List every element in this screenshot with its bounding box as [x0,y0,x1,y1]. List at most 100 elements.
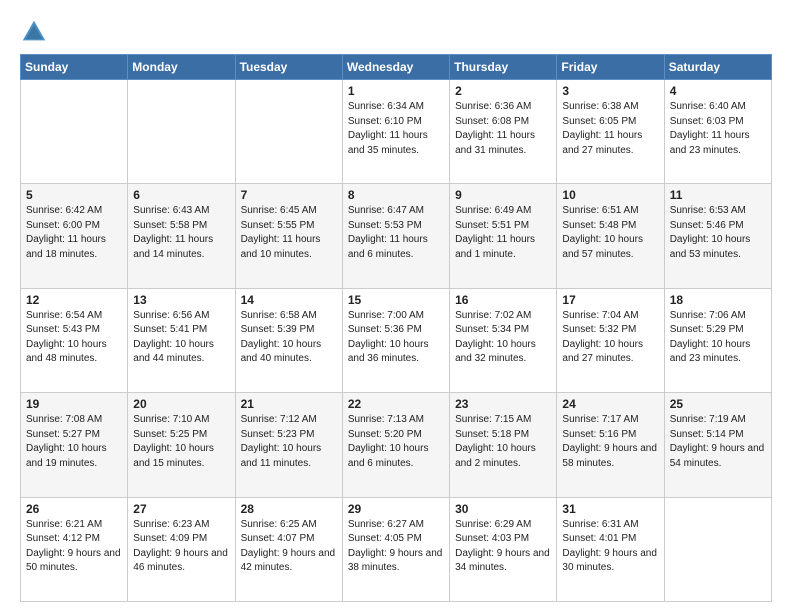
day-number: 21 [241,397,337,411]
day-number: 24 [562,397,658,411]
day-number: 30 [455,502,551,516]
calendar-cell-w1d6: 11 Sunrise: 6:53 AM Sunset: 5:46 PM Dayli… [664,184,771,288]
day-number: 31 [562,502,658,516]
day-number: 1 [348,84,444,98]
calendar-cell-w2d5: 17 Sunrise: 7:04 AM Sunset: 5:32 PM Dayli… [557,288,664,392]
calendar-cell-w1d3: 8 Sunrise: 6:47 AM Sunset: 5:53 PM Daylig… [342,184,449,288]
day-number: 17 [562,293,658,307]
calendar-cell-w0d0 [21,80,128,184]
day-number: 28 [241,502,337,516]
day-number: 2 [455,84,551,98]
calendar-week-4: 26Sunrise: 6:21 AM Sunset: 4:12 PM Dayli… [21,497,772,601]
day-number: 29 [348,502,444,516]
day-info: Sunrise: 7:15 AM Sunset: 5:18 PM Dayligh… [455,413,551,471]
day-number: 14 [241,293,337,307]
day-info: Sunrise: 6:40 AM Sunset: 6:03 PM Dayligh… [670,100,766,158]
calendar-cell-w3d6: 25Sunrise: 7:19 AM Sunset: 5:14 PM Dayli… [664,393,771,497]
calendar-week-0: 1 Sunrise: 6:34 AM Sunset: 6:10 PM Daylig… [21,80,772,184]
day-number: 18 [670,293,766,307]
weekday-header-friday: Friday [557,55,664,80]
day-info: Sunrise: 6:51 AM Sunset: 5:48 PM Dayligh… [562,204,658,262]
calendar-cell-w4d0: 26Sunrise: 6:21 AM Sunset: 4:12 PM Dayli… [21,497,128,601]
calendar-cell-w1d2: 7 Sunrise: 6:45 AM Sunset: 5:55 PM Daylig… [235,184,342,288]
day-number: 6 [133,188,229,202]
day-info: Sunrise: 7:10 AM Sunset: 5:25 PM Dayligh… [133,413,229,471]
day-info: Sunrise: 6:25 AM Sunset: 4:07 PM Dayligh… [241,518,337,576]
calendar-cell-w4d2: 28 Sunrise: 6:25 AM Sunset: 4:07 PM Dayli… [235,497,342,601]
day-info: Sunrise: 6:47 AM Sunset: 5:53 PM Dayligh… [348,204,444,262]
weekday-header-sunday: Sunday [21,55,128,80]
day-number: 16 [455,293,551,307]
weekday-header-thursday: Thursday [450,55,557,80]
day-info: Sunrise: 6:43 AM Sunset: 5:58 PM Dayligh… [133,204,229,262]
calendar-cell-w3d2: 21 Sunrise: 7:12 AM Sunset: 5:23 PM Dayli… [235,393,342,497]
day-info: Sunrise: 6:27 AM Sunset: 4:05 PM Dayligh… [348,518,444,576]
calendar-cell-w3d1: 20 Sunrise: 7:10 AM Sunset: 5:25 PM Dayli… [128,393,235,497]
calendar-cell-w3d0: 19 Sunrise: 7:08 AM Sunset: 5:27 PM Dayli… [21,393,128,497]
day-number: 22 [348,397,444,411]
calendar-cell-w2d6: 18 Sunrise: 7:06 AM Sunset: 5:29 PM Dayli… [664,288,771,392]
day-number: 3 [562,84,658,98]
page: SundayMondayTuesdayWednesdayThursdayFrid… [0,0,792,612]
day-info: Sunrise: 6:54 AM Sunset: 5:43 PM Dayligh… [26,309,122,367]
day-info: Sunrise: 7:08 AM Sunset: 5:27 PM Dayligh… [26,413,122,471]
calendar: SundayMondayTuesdayWednesdayThursdayFrid… [20,54,772,602]
day-number: 4 [670,84,766,98]
calendar-cell-w1d4: 9Sunrise: 6:49 AM Sunset: 5:51 PM Daylig… [450,184,557,288]
day-info: Sunrise: 6:56 AM Sunset: 5:41 PM Dayligh… [133,309,229,367]
day-info: Sunrise: 6:31 AM Sunset: 4:01 PM Dayligh… [562,518,658,576]
calendar-cell-w0d1 [128,80,235,184]
day-number: 7 [241,188,337,202]
day-info: Sunrise: 7:04 AM Sunset: 5:32 PM Dayligh… [562,309,658,367]
day-info: Sunrise: 7:02 AM Sunset: 5:34 PM Dayligh… [455,309,551,367]
day-number: 27 [133,502,229,516]
calendar-cell-w4d1: 27Sunrise: 6:23 AM Sunset: 4:09 PM Dayli… [128,497,235,601]
day-number: 9 [455,188,551,202]
day-info: Sunrise: 6:53 AM Sunset: 5:46 PM Dayligh… [670,204,766,262]
day-number: 15 [348,293,444,307]
day-info: Sunrise: 7:19 AM Sunset: 5:14 PM Dayligh… [670,413,766,471]
calendar-week-2: 12 Sunrise: 6:54 AM Sunset: 5:43 PM Dayli… [21,288,772,392]
calendar-cell-w0d6: 4 Sunrise: 6:40 AM Sunset: 6:03 PM Daylig… [664,80,771,184]
day-info: Sunrise: 6:29 AM Sunset: 4:03 PM Dayligh… [455,518,551,576]
day-info: Sunrise: 6:36 AM Sunset: 6:08 PM Dayligh… [455,100,551,158]
day-number: 11 [670,188,766,202]
calendar-week-3: 19 Sunrise: 7:08 AM Sunset: 5:27 PM Dayli… [21,393,772,497]
calendar-cell-w0d5: 3Sunrise: 6:38 AM Sunset: 6:05 PM Daylig… [557,80,664,184]
day-info: Sunrise: 7:12 AM Sunset: 5:23 PM Dayligh… [241,413,337,471]
day-number: 13 [133,293,229,307]
calendar-cell-w0d3: 1 Sunrise: 6:34 AM Sunset: 6:10 PM Daylig… [342,80,449,184]
calendar-cell-w1d1: 6 Sunrise: 6:43 AM Sunset: 5:58 PM Daylig… [128,184,235,288]
day-info: Sunrise: 6:34 AM Sunset: 6:10 PM Dayligh… [348,100,444,158]
day-number: 26 [26,502,122,516]
logo [20,18,52,46]
weekday-header-monday: Monday [128,55,235,80]
calendar-cell-w1d5: 10 Sunrise: 6:51 AM Sunset: 5:48 PM Dayli… [557,184,664,288]
calendar-cell-w2d2: 14Sunrise: 6:58 AM Sunset: 5:39 PM Dayli… [235,288,342,392]
calendar-cell-w3d5: 24Sunrise: 7:17 AM Sunset: 5:16 PM Dayli… [557,393,664,497]
day-number: 5 [26,188,122,202]
day-info: Sunrise: 6:42 AM Sunset: 6:00 PM Dayligh… [26,204,122,262]
calendar-cell-w4d3: 29 Sunrise: 6:27 AM Sunset: 4:05 PM Dayli… [342,497,449,601]
day-info: Sunrise: 7:00 AM Sunset: 5:36 PM Dayligh… [348,309,444,367]
day-info: Sunrise: 6:45 AM Sunset: 5:55 PM Dayligh… [241,204,337,262]
day-number: 19 [26,397,122,411]
calendar-week-1: 5 Sunrise: 6:42 AM Sunset: 6:00 PM Daylig… [21,184,772,288]
weekday-header-wednesday: Wednesday [342,55,449,80]
day-info: Sunrise: 7:06 AM Sunset: 5:29 PM Dayligh… [670,309,766,367]
calendar-cell-w2d1: 13 Sunrise: 6:56 AM Sunset: 5:41 PM Dayli… [128,288,235,392]
calendar-cell-w0d4: 2 Sunrise: 6:36 AM Sunset: 6:08 PM Daylig… [450,80,557,184]
weekday-header-tuesday: Tuesday [235,55,342,80]
logo-icon [20,18,48,46]
day-number: 20 [133,397,229,411]
calendar-cell-w2d4: 16 Sunrise: 7:02 AM Sunset: 5:34 PM Dayli… [450,288,557,392]
calendar-cell-w0d2 [235,80,342,184]
day-number: 12 [26,293,122,307]
calendar-cell-w3d4: 23Sunrise: 7:15 AM Sunset: 5:18 PM Dayli… [450,393,557,497]
calendar-header-row: SundayMondayTuesdayWednesdayThursdayFrid… [21,55,772,80]
calendar-cell-w2d3: 15 Sunrise: 7:00 AM Sunset: 5:36 PM Dayli… [342,288,449,392]
day-number: 10 [562,188,658,202]
calendar-cell-w4d6 [664,497,771,601]
calendar-cell-w4d4: 30 Sunrise: 6:29 AM Sunset: 4:03 PM Dayli… [450,497,557,601]
day-number: 8 [348,188,444,202]
